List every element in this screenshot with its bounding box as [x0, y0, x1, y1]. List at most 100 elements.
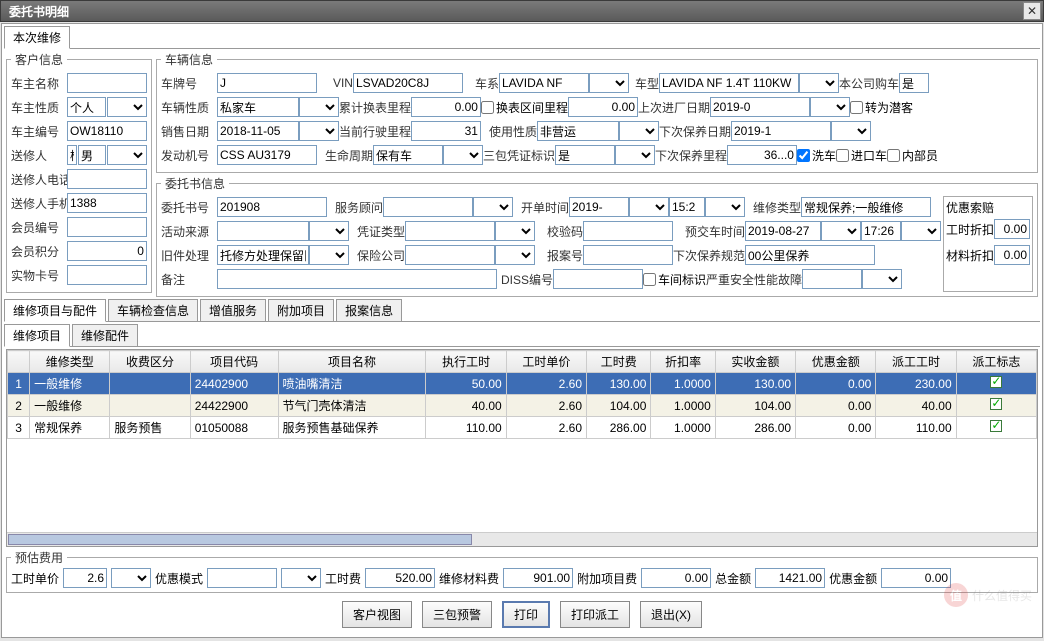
- cur-mile-input[interactable]: [411, 121, 481, 141]
- est-mode-select[interactable]: [281, 568, 321, 588]
- owner-no-input[interactable]: [67, 121, 147, 141]
- model-input[interactable]: [659, 73, 799, 93]
- dispatch-flag-check[interactable]: [990, 376, 1002, 388]
- table-row[interactable]: 2一般维修24422900节气门壳体清洁40.002.60104.001.000…: [8, 395, 1037, 417]
- report-no-input[interactable]: [583, 245, 673, 265]
- fault-select[interactable]: [862, 269, 902, 289]
- col-header[interactable]: 折扣率: [651, 351, 715, 373]
- sender-input[interactable]: [67, 145, 77, 165]
- sale-date-select[interactable]: [299, 121, 339, 141]
- items-grid[interactable]: 维修类型收费区分项目代码项目名称执行工时工时单价工时费折扣率实收金额优惠金额派工…: [6, 349, 1038, 547]
- est-unit-input[interactable]: [63, 568, 107, 588]
- series-select[interactable]: [589, 73, 629, 93]
- col-header[interactable]: 收费区分: [110, 351, 190, 373]
- model-select[interactable]: [799, 73, 839, 93]
- veh-type-select[interactable]: [299, 97, 339, 117]
- use-type-select[interactable]: [619, 121, 659, 141]
- col-header[interactable]: 项目名称: [278, 351, 426, 373]
- diss-input[interactable]: [553, 269, 643, 289]
- dispatch-flag-check[interactable]: [990, 398, 1002, 410]
- internal-check[interactable]: [887, 149, 900, 162]
- advisor-select[interactable]: [473, 197, 513, 217]
- act-src-input[interactable]: [217, 221, 309, 241]
- owner-name-input[interactable]: [67, 73, 147, 93]
- open-time-select[interactable]: [705, 197, 745, 217]
- table-row[interactable]: 3常规保养服务预售01050088服务预售基础保养110.002.60286.0…: [8, 417, 1037, 439]
- col-header[interactable]: 工时费: [587, 351, 651, 373]
- owner-type-select[interactable]: [107, 97, 147, 117]
- col-header[interactable]: [8, 351, 30, 373]
- grid-tab-2[interactable]: 增值服务: [200, 299, 266, 321]
- close-icon[interactable]: ✕: [1023, 2, 1041, 20]
- table-row[interactable]: 1一般维修24402900喷油嘴清洁50.002.60130.001.00001…: [8, 373, 1037, 395]
- advisor-input[interactable]: [383, 197, 473, 217]
- sale-date-input[interactable]: [217, 121, 299, 141]
- chg-mile-check[interactable]: [481, 101, 494, 114]
- wash-check[interactable]: [797, 149, 810, 162]
- print-button[interactable]: 打印: [502, 601, 550, 628]
- series-input[interactable]: [499, 73, 589, 93]
- col-header[interactable]: 执行工时: [426, 351, 506, 373]
- last-date-input[interactable]: [710, 97, 810, 117]
- next-maint-date-input[interactable]: [731, 121, 831, 141]
- old-part-select[interactable]: [309, 245, 349, 265]
- sender-gender-select[interactable]: [107, 145, 147, 165]
- cust-view-button[interactable]: 客户视图: [342, 601, 412, 628]
- member-no-input[interactable]: [67, 217, 147, 237]
- labor-disc-input[interactable]: [994, 219, 1030, 239]
- acc-mile-input[interactable]: [411, 97, 481, 117]
- print-dispatch-button[interactable]: 打印派工: [560, 601, 630, 628]
- deliver-time-input[interactable]: [861, 221, 901, 241]
- col-header[interactable]: 派工标志: [956, 351, 1036, 373]
- sender-tel-input[interactable]: [67, 169, 147, 189]
- our-car-input[interactable]: [899, 73, 929, 93]
- est-disc-input[interactable]: [881, 568, 951, 588]
- cert-type-input[interactable]: [405, 221, 495, 241]
- open-date-input[interactable]: [569, 197, 629, 217]
- last-date-select[interactable]: [810, 97, 850, 117]
- check-code-input[interactable]: [583, 221, 673, 241]
- est-labor-input[interactable]: [365, 568, 435, 588]
- chg-mile-input[interactable]: [568, 97, 638, 117]
- sanbao-select[interactable]: [615, 145, 655, 165]
- exit-button[interactable]: 退出(X): [640, 601, 702, 628]
- card-no-input[interactable]: [67, 265, 147, 285]
- col-header[interactable]: 优惠金额: [796, 351, 876, 373]
- scrollbar-thumb[interactable]: [8, 534, 472, 545]
- col-header[interactable]: 项目代码: [190, 351, 278, 373]
- life-input[interactable]: [373, 145, 443, 165]
- remark-input[interactable]: [217, 269, 497, 289]
- est-mat-input[interactable]: [503, 568, 573, 588]
- owner-type-input[interactable]: [67, 97, 106, 117]
- cert-type-select[interactable]: [495, 221, 535, 241]
- deliver-date-input[interactable]: [745, 221, 821, 241]
- grid-tab-1[interactable]: 车辆检查信息: [108, 299, 198, 321]
- grid-tab-0[interactable]: 维修项目与配件: [4, 299, 106, 322]
- ins-co-select[interactable]: [495, 245, 535, 265]
- grid-tab-3[interactable]: 附加项目: [268, 299, 334, 321]
- sender-mobile-input[interactable]: [67, 193, 147, 213]
- vin-input[interactable]: [353, 73, 463, 93]
- use-type-input[interactable]: [537, 121, 619, 141]
- col-header[interactable]: 工时单价: [506, 351, 586, 373]
- old-part-input[interactable]: [217, 245, 309, 265]
- ins-co-input[interactable]: [405, 245, 495, 265]
- col-header[interactable]: 派工工时: [876, 351, 956, 373]
- plate-input[interactable]: [217, 73, 317, 93]
- veh-type-input[interactable]: [217, 97, 299, 117]
- dispatch-flag-check[interactable]: [990, 420, 1002, 432]
- col-header[interactable]: 维修类型: [30, 351, 110, 373]
- grid-subtab-1[interactable]: 维修配件: [72, 324, 138, 346]
- est-mode-input[interactable]: [207, 568, 277, 588]
- inter-flag-check[interactable]: [643, 273, 656, 286]
- next-maint-mile-input[interactable]: [727, 145, 797, 165]
- member-pts-input[interactable]: [67, 241, 147, 261]
- repair-type-input[interactable]: [801, 197, 931, 217]
- engine-input[interactable]: [217, 145, 317, 165]
- col-header[interactable]: 实收金额: [715, 351, 795, 373]
- fault-input[interactable]: [802, 269, 862, 289]
- grid-tab-4[interactable]: 报案信息: [336, 299, 402, 321]
- import-check[interactable]: [836, 149, 849, 162]
- life-select[interactable]: [443, 145, 483, 165]
- open-time-input[interactable]: [669, 197, 705, 217]
